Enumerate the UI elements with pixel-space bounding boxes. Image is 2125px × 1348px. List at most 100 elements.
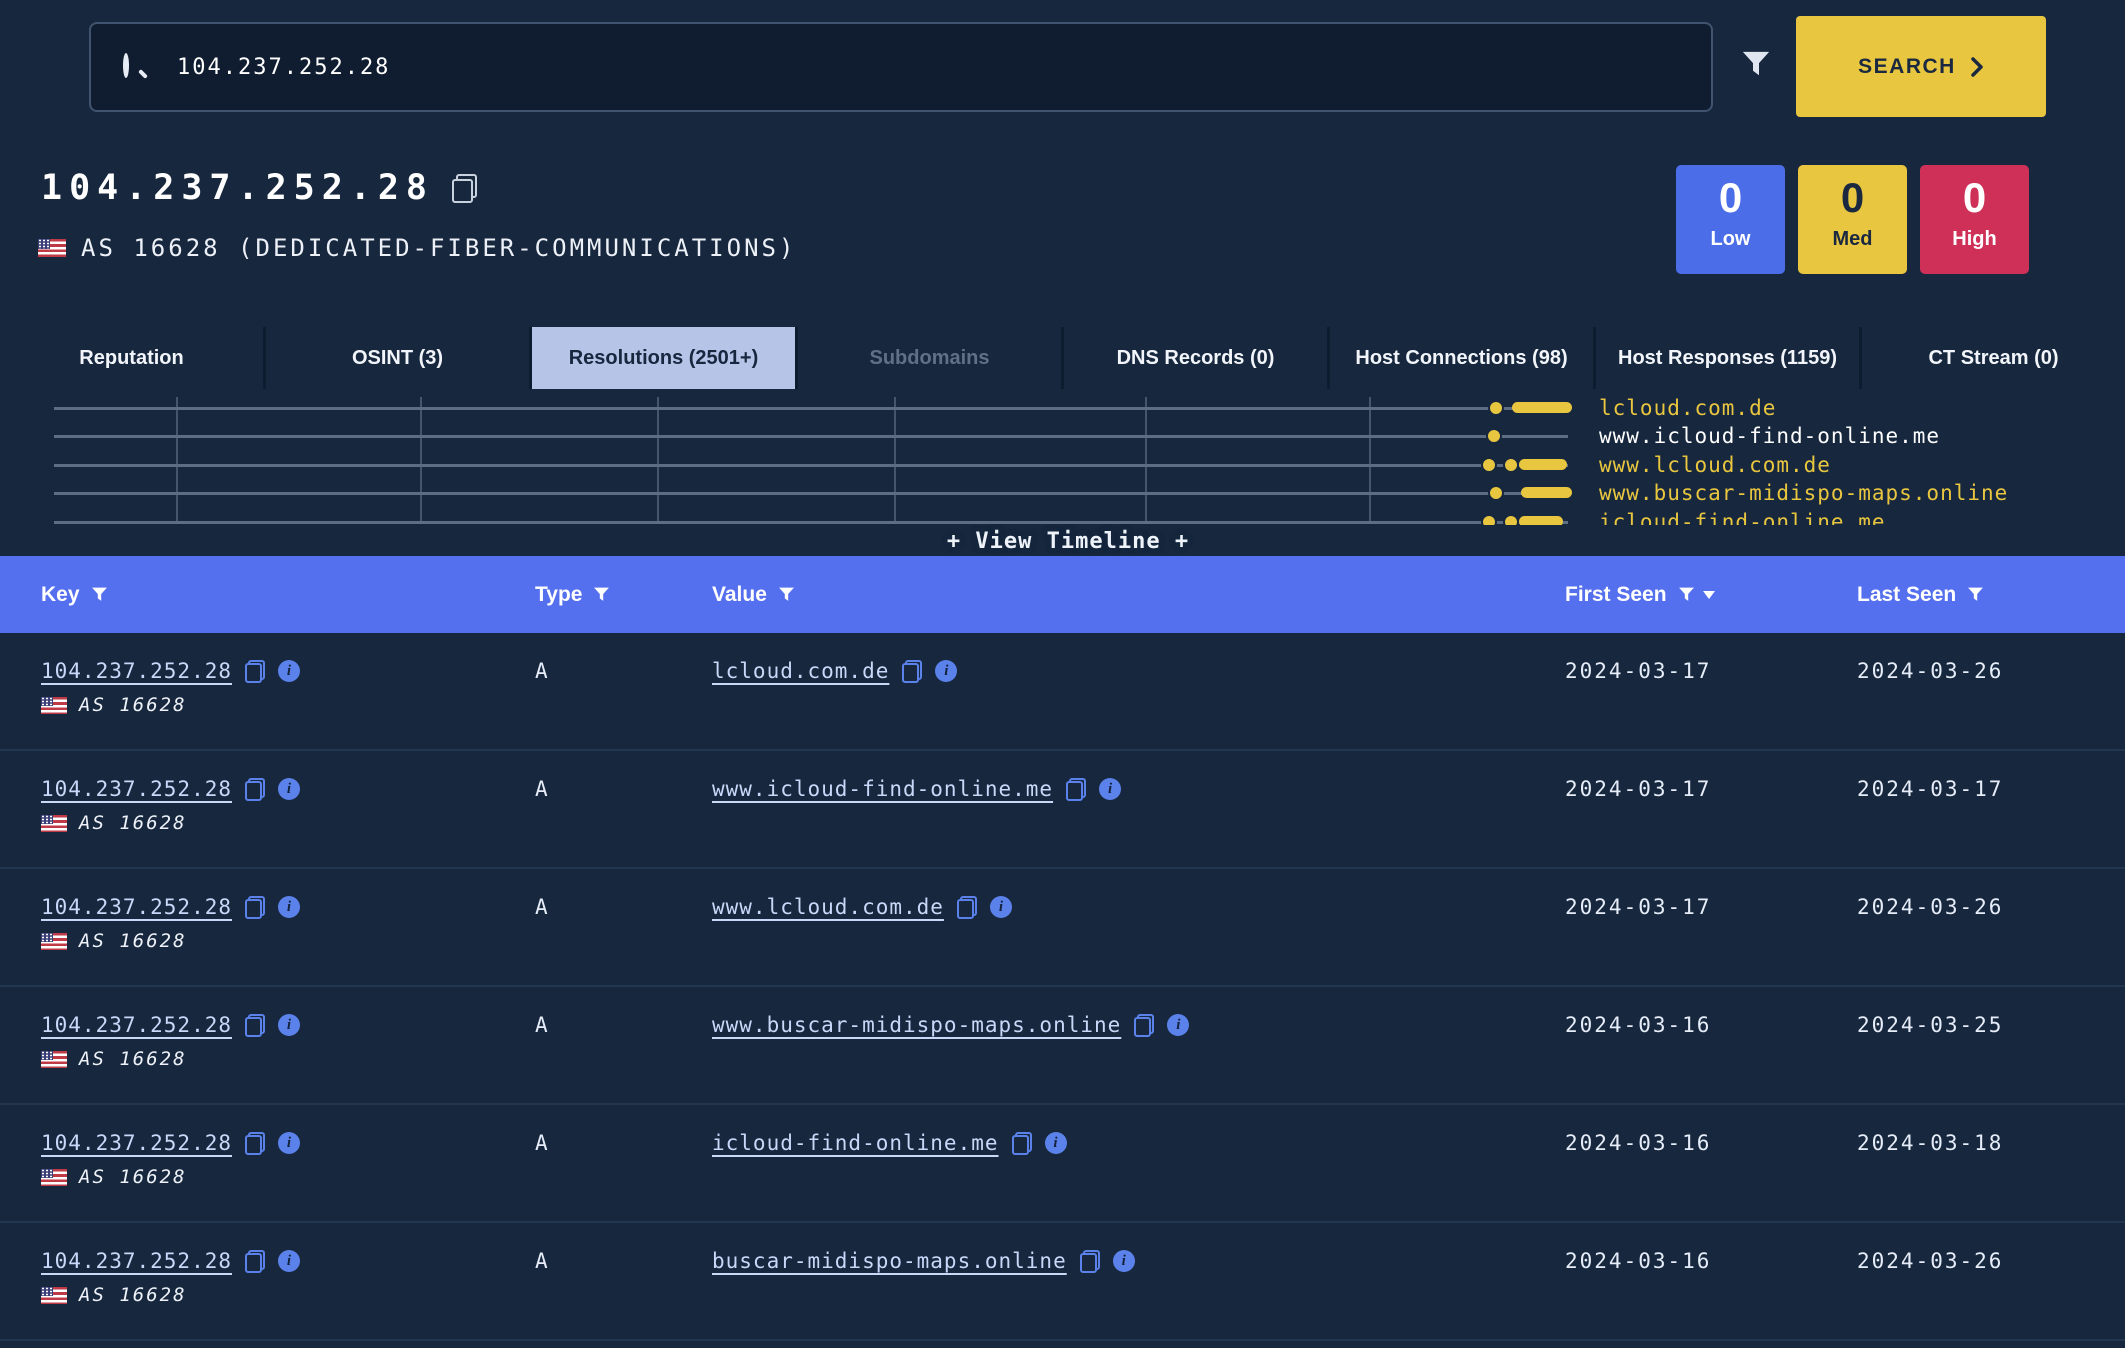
row-type: A — [535, 895, 548, 919]
row-key-link[interactable]: 104.237.252.28 — [41, 1249, 232, 1273]
row-key-link[interactable]: 104.237.252.28 — [41, 1131, 232, 1155]
timeline-domain-label: www.lcloud.com.de — [1599, 453, 1831, 477]
timeline-marker — [1512, 402, 1572, 413]
tab-resolutions[interactable]: Resolutions (2501+) — [532, 327, 795, 389]
row-last-seen: 2024-03-25 — [1857, 1013, 2004, 1037]
copy-icon[interactable] — [245, 777, 266, 801]
row-value-link[interactable]: www.buscar-midispo-maps.online — [712, 1013, 1121, 1037]
filter-icon[interactable] — [1678, 586, 1695, 603]
info-icon[interactable] — [1112, 1250, 1135, 1272]
row-value-link[interactable]: lcloud.com.de — [712, 659, 889, 683]
key-cell: 104.237.252.28 AS 16628 — [41, 1249, 535, 1306]
timeline-marker — [1521, 487, 1572, 498]
filter-icon[interactable] — [1967, 586, 1984, 603]
copy-icon[interactable] — [1134, 1013, 1155, 1037]
info-icon[interactable] — [278, 896, 301, 918]
search-filter-icon[interactable] — [1741, 49, 1771, 79]
timeline-gridline — [1145, 397, 1147, 522]
info-icon[interactable] — [989, 896, 1012, 918]
table-row: 104.237.252.28 AS 16628 A www.lcloud.com… — [0, 869, 2125, 987]
tab-bar: Reputation OSINT (3) Resolutions (2501+)… — [0, 327, 2125, 389]
copy-icon[interactable] — [902, 659, 923, 683]
info-icon[interactable] — [1044, 1132, 1067, 1154]
column-header-type[interactable]: Type — [535, 583, 712, 607]
copy-icon[interactable] — [245, 895, 266, 919]
row-first-seen: 2024-03-17 — [1565, 895, 1712, 919]
timeline-domain-label: lcloud.com.de — [1599, 396, 1777, 420]
info-icon[interactable] — [278, 660, 301, 682]
row-type: A — [535, 1131, 548, 1155]
column-header-first-seen[interactable]: First Seen — [1565, 583, 1857, 607]
row-last-seen: 2024-03-26 — [1857, 659, 2004, 683]
copy-icon[interactable] — [1011, 1131, 1032, 1155]
copy-icon[interactable] — [956, 895, 977, 919]
risk-count-med: 0 — [1840, 174, 1865, 221]
row-key-link[interactable]: 104.237.252.28 — [41, 895, 232, 919]
us-flag-icon — [38, 239, 66, 257]
tab-host-connections[interactable]: Host Connections (98) — [1330, 327, 1593, 389]
search-input[interactable] — [177, 54, 1711, 80]
info-icon[interactable] — [278, 1014, 301, 1036]
risk-count-high: 0 — [1962, 174, 1987, 221]
timeline-gridline — [657, 397, 659, 522]
row-value-link[interactable]: www.lcloud.com.de — [712, 895, 944, 919]
value-cell: www.lcloud.com.de — [712, 895, 1565, 919]
copy-icon[interactable] — [452, 173, 478, 203]
tab-subdomains[interactable]: Subdomains — [798, 327, 1061, 389]
filter-icon[interactable] — [593, 586, 610, 603]
tab-osint[interactable]: OSINT (3) — [266, 327, 529, 389]
tab-dns-records[interactable]: DNS Records (0) — [1064, 327, 1327, 389]
view-timeline-button[interactable]: + View Timeline + — [947, 529, 1189, 554]
column-header-last-seen[interactable]: Last Seen — [1857, 583, 2125, 607]
copy-icon[interactable] — [1066, 777, 1087, 801]
copy-icon[interactable] — [245, 1013, 266, 1037]
row-key-link[interactable]: 104.237.252.28 — [41, 659, 232, 683]
tab-reputation[interactable]: Reputation — [0, 327, 263, 389]
timeline-track — [54, 492, 1568, 495]
info-icon[interactable] — [1099, 778, 1122, 800]
column-header-value[interactable]: Value — [712, 583, 1565, 607]
timeline-track — [54, 407, 1568, 410]
row-value-link[interactable]: www.icloud-find-online.me — [712, 777, 1053, 801]
copy-icon[interactable] — [245, 1249, 266, 1273]
timeline-marker — [1503, 514, 1519, 525]
row-key-link[interactable]: 104.237.252.28 — [41, 777, 232, 801]
us-flag-icon — [41, 814, 67, 832]
value-cell: lcloud.com.de — [712, 659, 1565, 683]
column-label: Key — [41, 582, 80, 606]
column-header-key[interactable]: Key — [41, 583, 535, 607]
row-last-seen: 2024-03-26 — [1857, 895, 2004, 919]
row-asn: AS 16628 — [79, 930, 187, 952]
row-asn: AS 16628 — [79, 1284, 187, 1306]
timeline-marker — [1486, 428, 1502, 444]
tab-host-responses[interactable]: Host Responses (1159) — [1596, 327, 1859, 389]
info-icon[interactable] — [278, 778, 301, 800]
copy-icon[interactable] — [245, 659, 266, 683]
us-flag-icon — [41, 1286, 67, 1304]
sort-caret-icon[interactable] — [1702, 590, 1715, 599]
column-label: Type — [535, 582, 583, 606]
timeline-track — [54, 521, 1568, 524]
info-icon[interactable] — [1167, 1014, 1190, 1036]
search-button[interactable]: SEARCH — [1796, 16, 2046, 117]
us-flag-icon — [41, 1168, 67, 1186]
copy-icon[interactable] — [1079, 1249, 1100, 1273]
row-value-link[interactable]: buscar-midispo-maps.online — [712, 1249, 1067, 1273]
info-icon[interactable] — [278, 1250, 301, 1272]
row-type: A — [535, 777, 548, 801]
filter-icon[interactable] — [778, 586, 795, 603]
key-cell: 104.237.252.28 AS 16628 — [41, 1131, 535, 1188]
info-icon[interactable] — [278, 1132, 301, 1154]
row-key-link[interactable]: 104.237.252.28 — [41, 1013, 232, 1037]
timeline-marker — [1519, 516, 1563, 525]
value-cell: icloud-find-online.me — [712, 1131, 1565, 1155]
value-cell: www.icloud-find-online.me — [712, 777, 1565, 801]
tab-ct-stream[interactable]: CT Stream (0) — [1862, 327, 2125, 389]
timeline-gridline — [176, 397, 178, 522]
filter-icon[interactable] — [91, 586, 108, 603]
search-bar — [89, 22, 1713, 112]
copy-icon[interactable] — [245, 1131, 266, 1155]
row-value-link[interactable]: icloud-find-online.me — [712, 1131, 999, 1155]
resolutions-table: 104.237.252.28 AS 16628 A lcloud.com.de … — [0, 633, 2125, 1341]
info-icon[interactable] — [935, 660, 958, 682]
